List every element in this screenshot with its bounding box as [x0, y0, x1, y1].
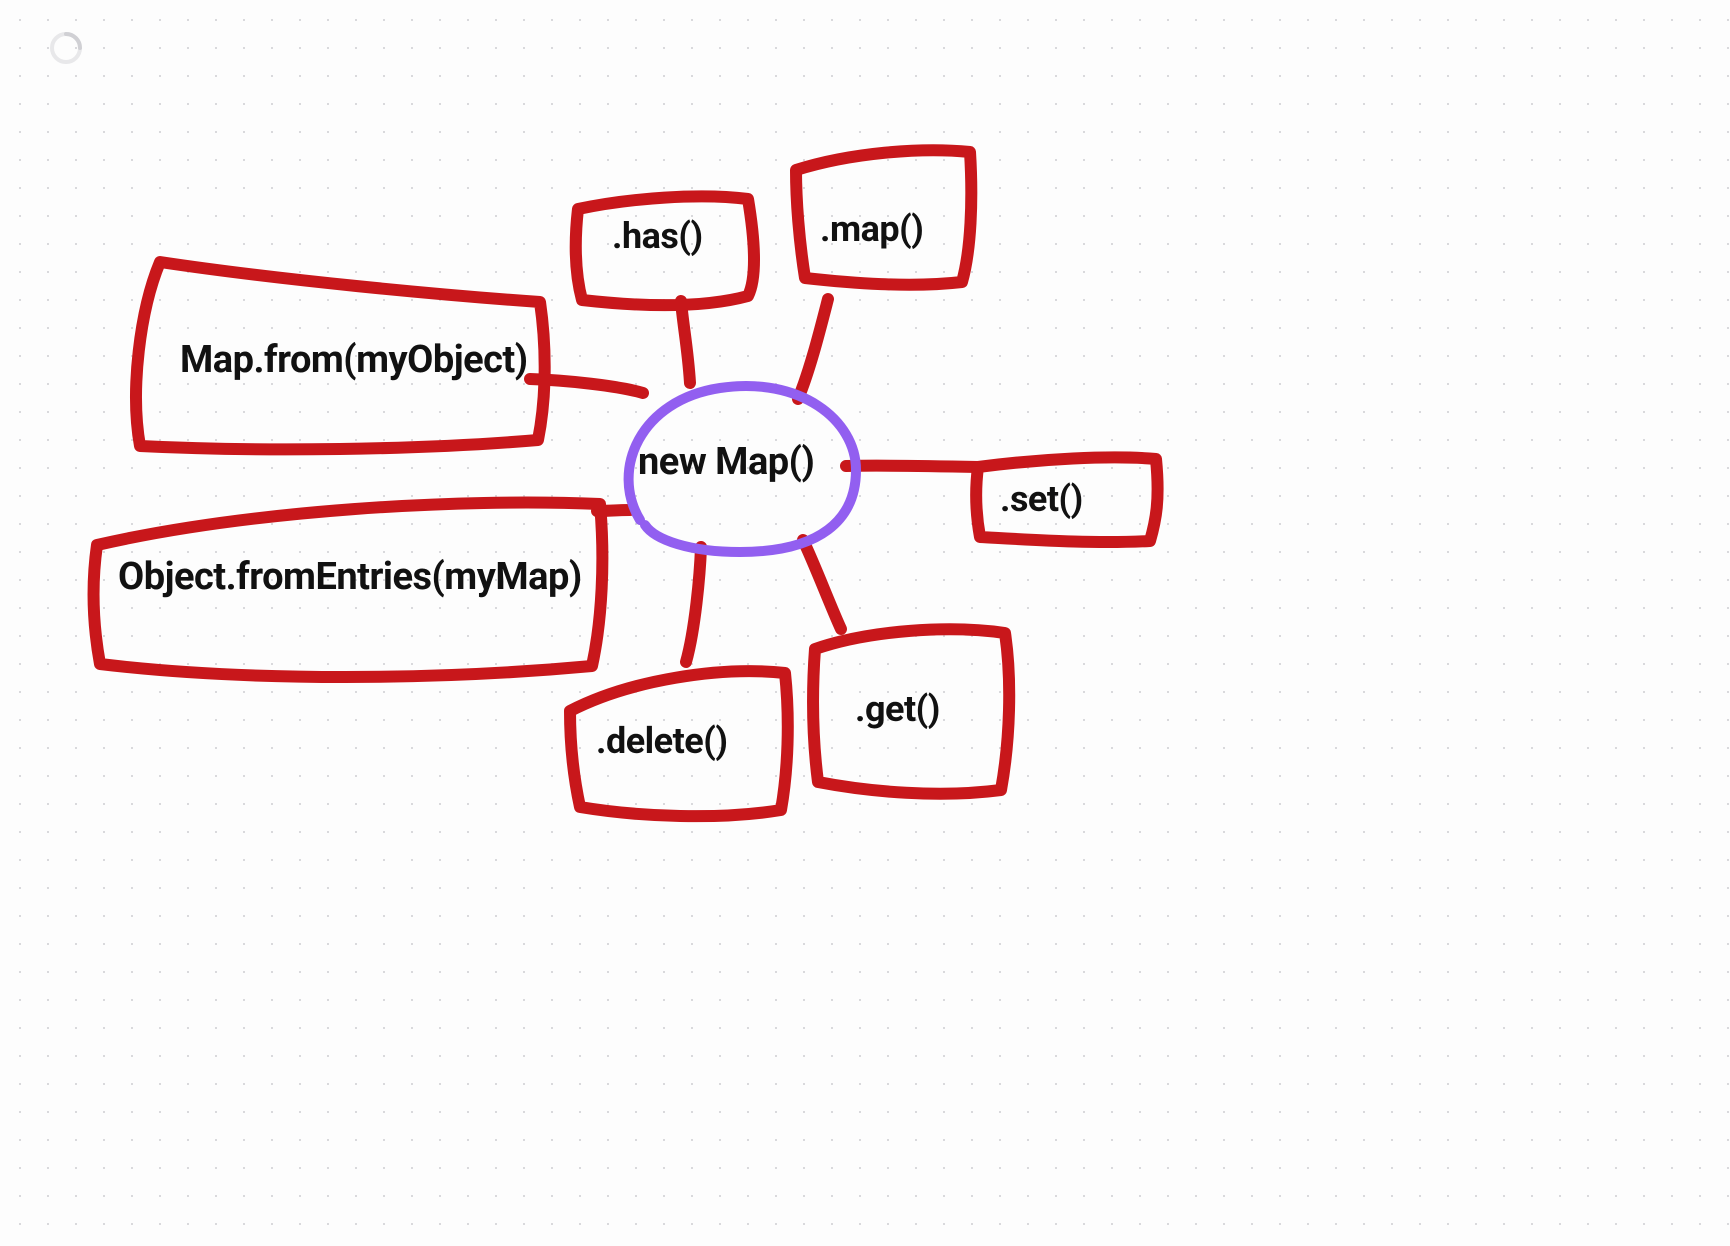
center-node-label: new Map(): [638, 440, 814, 484]
node-mapfrom-label: Map.from(myObject): [180, 338, 528, 382]
node-has-label: .has(): [612, 215, 703, 257]
node-set-label: .set(): [1000, 478, 1083, 520]
node-get-label: .get(): [855, 688, 940, 730]
node-delete-label: .delete(): [596, 720, 727, 762]
node-map-label: .map(): [820, 208, 923, 250]
node-objectfromentries-label: Object.fromEntries(myMap): [118, 555, 582, 599]
diagram-drawing: [0, 0, 1730, 1246]
whiteboard-canvas[interactable]: new Map() .has() .map() .set() .get() .d…: [0, 0, 1730, 1246]
loading-spinner-icon: [48, 30, 84, 66]
